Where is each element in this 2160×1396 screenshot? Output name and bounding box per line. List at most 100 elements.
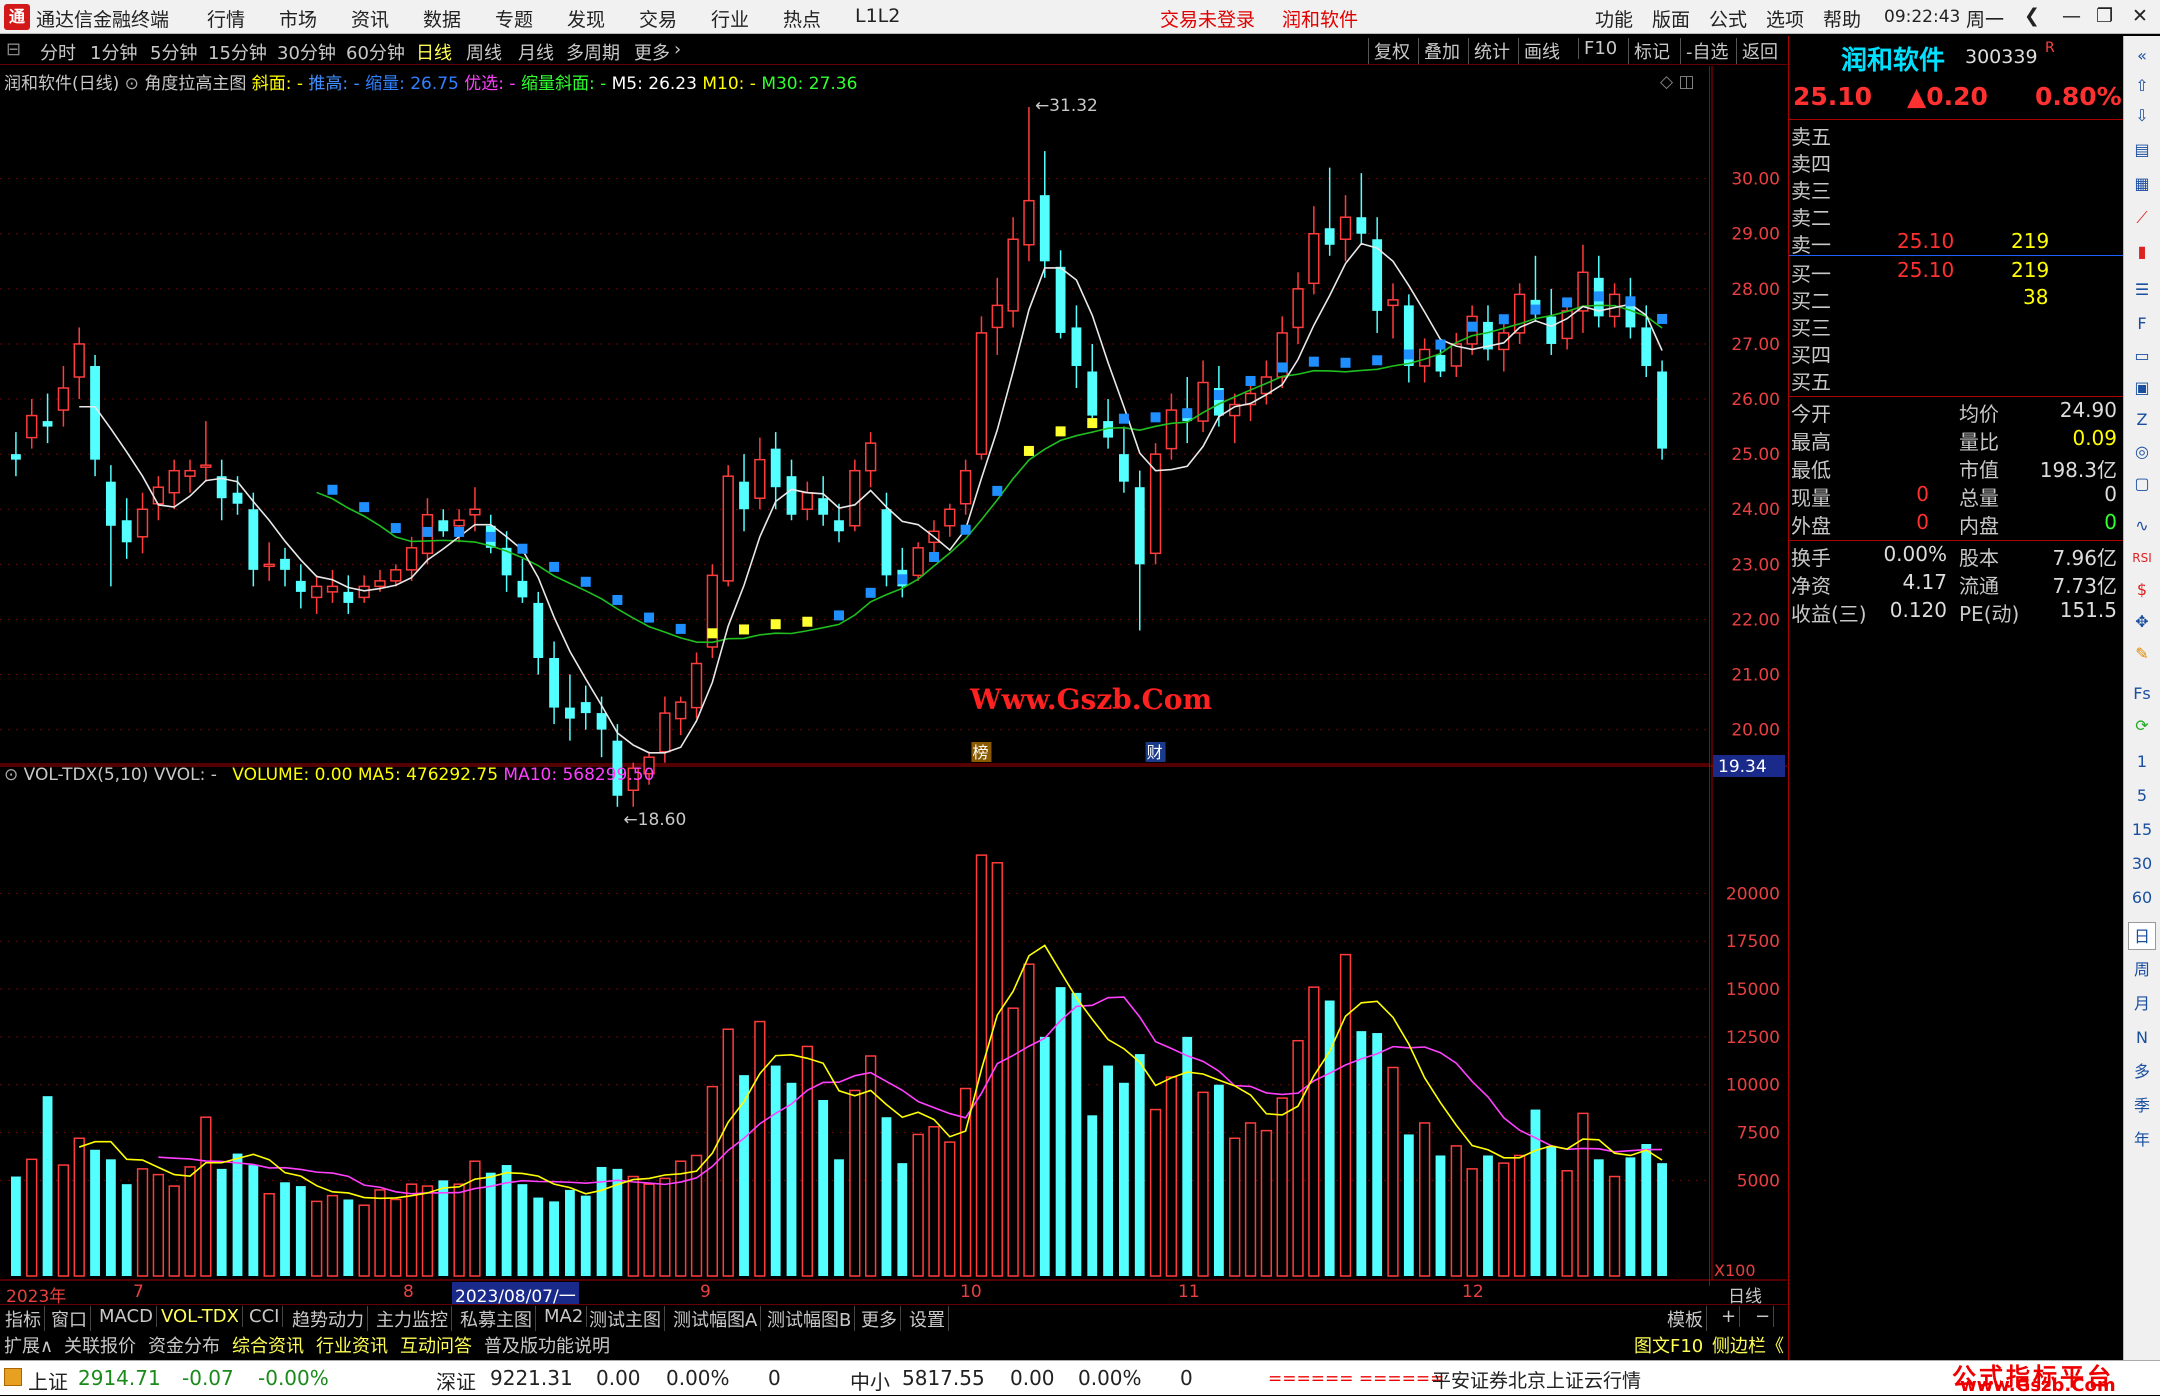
period-60min[interactable]: 60分钟 bbox=[346, 39, 405, 65]
sidebar-period-1[interactable]: 1 bbox=[2128, 748, 2156, 776]
vol-dropdown-icon[interactable]: ⊙ bbox=[4, 765, 18, 785]
tab-ma2[interactable]: MA2 bbox=[541, 1306, 588, 1327]
wave-icon[interactable]: ∿ bbox=[2128, 512, 2156, 540]
sz-index-name[interactable]: 深证 bbox=[436, 1366, 476, 1395]
sidebar-period-month[interactable]: 月 bbox=[2128, 990, 2156, 1018]
menu-quotes[interactable]: 行情 bbox=[207, 5, 245, 32]
tab-func-desc[interactable]: 普及版功能说明 bbox=[480, 1332, 614, 1358]
menu-trade[interactable]: 交易 bbox=[639, 5, 677, 32]
template-button[interactable]: 模板 bbox=[1664, 1306, 1707, 1332]
period-1min[interactable]: 1分钟 bbox=[90, 39, 137, 65]
period-weekly[interactable]: 周线 bbox=[466, 39, 502, 65]
return-button[interactable]: 返回 bbox=[1736, 38, 1783, 64]
ask-row[interactable]: 卖五 bbox=[1789, 121, 2119, 149]
period-monthly[interactable]: 月线 bbox=[518, 39, 554, 65]
sidebar-period-quarter[interactable]: 季 bbox=[2128, 1092, 2156, 1120]
tab-macd[interactable]: MACD bbox=[96, 1306, 157, 1327]
down-icon[interactable]: ⇩ bbox=[2128, 102, 2156, 130]
grid-icon[interactable]: ▦ bbox=[2128, 170, 2156, 198]
cycle-icon[interactable]: ◎ bbox=[2128, 438, 2156, 466]
rsi-icon[interactable]: RSI bbox=[2128, 544, 2156, 572]
watchlist-button[interactable]: -自选 bbox=[1680, 38, 1734, 64]
fz-icon[interactable]: Z bbox=[2128, 406, 2156, 434]
f10-text-button[interactable]: 图文F10 bbox=[1630, 1332, 1707, 1358]
bid-row[interactable]: 买五 bbox=[1789, 366, 2119, 394]
sidebar-period-30[interactable]: 30 bbox=[2128, 850, 2156, 878]
vol-indicator-name[interactable]: VOL-TDX(5,10) bbox=[24, 765, 149, 785]
list-icon[interactable]: ☰ bbox=[2128, 276, 2156, 304]
dropdown-icon[interactable]: ⊙ bbox=[125, 74, 139, 94]
close-icon[interactable]: ✕ bbox=[2132, 5, 2148, 27]
period-daily[interactable]: 日线 bbox=[416, 39, 452, 65]
tab-settings[interactable]: 设置 bbox=[906, 1306, 949, 1332]
period-intraday[interactable]: 分时 bbox=[40, 39, 76, 65]
tab-private-main[interactable]: 私募主图 bbox=[457, 1306, 536, 1332]
remove-button[interactable]: − bbox=[1752, 1306, 1775, 1327]
up-icon[interactable]: ⇧ bbox=[2128, 72, 2156, 100]
bid-row[interactable]: 买二 38 bbox=[1789, 285, 2119, 313]
sidebar-period-day[interactable]: 日 bbox=[2128, 922, 2156, 950]
doc-icon[interactable]: ▭ bbox=[2128, 342, 2156, 370]
kline-icon[interactable]: ▮ bbox=[2128, 238, 2156, 266]
menu-hot[interactable]: 热点 bbox=[783, 5, 821, 32]
sh-index-name[interactable]: 上证 bbox=[28, 1366, 68, 1395]
sidebar-period-60[interactable]: 60 bbox=[2128, 884, 2156, 912]
draw-button[interactable]: 画线 bbox=[1518, 38, 1565, 64]
sidebar-period-week[interactable]: 周 bbox=[2128, 956, 2156, 984]
period-15min[interactable]: 15分钟 bbox=[208, 39, 267, 65]
menu-formula[interactable]: 公式 bbox=[1709, 5, 1747, 32]
monitor-icon[interactable]: ▢ bbox=[2128, 470, 2156, 498]
sidebar-period-multi[interactable]: 多 bbox=[2128, 1058, 2156, 1086]
sidebar-toggle[interactable]: 侧边栏《 bbox=[1708, 1332, 1788, 1358]
tab-fund-dist[interactable]: 资金分布 bbox=[144, 1332, 224, 1358]
ask-row[interactable]: 卖四 bbox=[1789, 148, 2119, 176]
sidebar-period-year[interactable]: 年 bbox=[2128, 1126, 2156, 1154]
period-multi[interactable]: 多周期 bbox=[566, 39, 620, 65]
indicator-name[interactable]: 角度拉高主图 bbox=[144, 74, 246, 94]
toolbar-menu-icon[interactable]: ⊟ bbox=[6, 39, 21, 60]
period-5min[interactable]: 5分钟 bbox=[150, 39, 197, 65]
tab-test-a[interactable]: 测试幅图A bbox=[670, 1306, 762, 1332]
tab-test-main[interactable]: 测试主图 bbox=[586, 1306, 665, 1332]
add-button[interactable]: + bbox=[1718, 1306, 1741, 1327]
menu-l1l2[interactable]: L1L2 bbox=[855, 5, 900, 27]
tab-qa[interactable]: 互动问答 bbox=[396, 1332, 476, 1358]
period-30min[interactable]: 30分钟 bbox=[277, 39, 336, 65]
menu-data[interactable]: 数据 bbox=[423, 5, 461, 32]
tab-vol-tdx[interactable]: VOL-TDX bbox=[158, 1306, 243, 1327]
sidebar-period-15[interactable]: 15 bbox=[2128, 816, 2156, 844]
sidebar-period-5[interactable]: 5 bbox=[2128, 782, 2156, 810]
menu-layout[interactable]: 版面 bbox=[1652, 5, 1690, 32]
ask-row[interactable]: 卖一 25.10 219 bbox=[1789, 229, 2119, 257]
tab-test-b[interactable]: 测试幅图B bbox=[764, 1306, 856, 1332]
kline-chart[interactable]: 30.00 29.00 28.00 27.00 26.00 25.00 24.00 23.00… bbox=[0, 66, 1787, 1286]
tab-trend[interactable]: 趋势动力 bbox=[289, 1306, 368, 1332]
collapse-icon[interactable]: « bbox=[2128, 42, 2156, 70]
status-icon[interactable] bbox=[4, 1368, 22, 1386]
bid-row[interactable]: 买四 bbox=[1789, 339, 2119, 367]
line-chart-icon[interactable]: ⟋ bbox=[2128, 204, 2156, 232]
mark-button[interactable]: 标记 bbox=[1628, 38, 1675, 64]
f10-button[interactable]: F10 bbox=[1578, 38, 1622, 59]
fund-icon[interactable]: F bbox=[2128, 310, 2156, 338]
menu-function[interactable]: 功能 bbox=[1595, 5, 1633, 32]
menu-topics[interactable]: 专题 bbox=[495, 5, 533, 32]
tab-more[interactable]: 更多 bbox=[858, 1306, 901, 1332]
bookmark-icon[interactable]: ▣ bbox=[2128, 374, 2156, 402]
bid-row[interactable]: 买一 25.10 219 bbox=[1789, 258, 2119, 286]
menu-news[interactable]: 资讯 bbox=[351, 5, 389, 32]
tab-news[interactable]: 综合资讯 bbox=[228, 1332, 308, 1358]
bid-row[interactable]: 买三 bbox=[1789, 312, 2119, 340]
zx-index-name[interactable]: 中小 bbox=[850, 1366, 890, 1395]
move-icon[interactable]: ✥ bbox=[2128, 608, 2156, 636]
minimize-icon[interactable]: — bbox=[2062, 5, 2081, 27]
stats-button[interactable]: 统计 bbox=[1468, 38, 1515, 64]
period-more[interactable]: 更多 bbox=[634, 39, 670, 65]
tab-main-monitor[interactable]: 主力监控 bbox=[373, 1306, 452, 1332]
menu-industry[interactable]: 行业 bbox=[711, 5, 749, 32]
adjust-button[interactable]: 复权 bbox=[1368, 38, 1415, 64]
back-arrow-icon[interactable]: ❮ bbox=[2024, 5, 2040, 27]
menu-discover[interactable]: 发现 bbox=[567, 5, 605, 32]
tab-expand[interactable]: 扩展∧ bbox=[0, 1332, 57, 1358]
menu-help[interactable]: 帮助 bbox=[1823, 5, 1861, 32]
